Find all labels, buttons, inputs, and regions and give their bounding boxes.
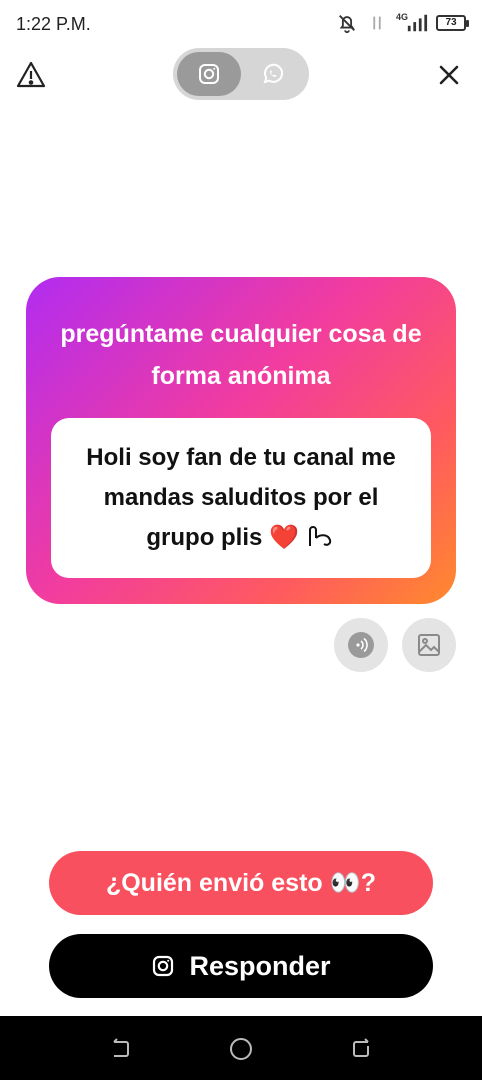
home-icon[interactable] [228, 1036, 254, 1062]
share-target-toggle [173, 48, 309, 100]
who-sent-label: ¿Quién envió esto 👀? [105, 868, 377, 897]
audio-button[interactable] [334, 618, 388, 672]
reply-button[interactable]: Responder [49, 934, 433, 998]
instagram-icon [153, 955, 174, 977]
report-warning-icon[interactable] [16, 60, 46, 90]
message-box: Holi soy fan de tu canal me mandas salud… [51, 418, 431, 578]
sound-icon [348, 632, 374, 658]
screen: 1:22 P.M. 4G 73 pregúntame cualquier cos… [0, 0, 482, 1080]
toggle-whatsapp[interactable] [241, 52, 305, 96]
whatsapp-icon [263, 63, 283, 84]
notifications-off-icon [339, 15, 355, 34]
system-nav-bar [0, 1016, 482, 1080]
status-time: 1:22 P.M. [16, 14, 91, 34]
toggle-instagram[interactable] [177, 52, 241, 96]
signal-icon [407, 14, 428, 32]
status-icons: 4G 73 [336, 12, 469, 34]
reply-label: Responder [189, 950, 331, 981]
status-bar: 1:22 P.M. 4G 73 [0, 0, 482, 48]
recents-icon[interactable] [348, 1036, 374, 1062]
close-icon[interactable] [432, 58, 466, 92]
card-title: pregúntame cualquier cosa de forma anóni… [60, 320, 422, 390]
back-icon[interactable] [108, 1036, 134, 1062]
battery-icon: 73 [436, 15, 469, 31]
heart-emoji: ❤️ [269, 524, 299, 551]
who-sent-button[interactable]: ¿Quién envió esto 👀? [49, 851, 433, 915]
message-text: Holi soy fan de tu canal me mandas salud… [86, 444, 396, 551]
save-image-button[interactable] [402, 618, 456, 672]
message-content: Holi soy fan de tu canal me mandas salud… [71, 438, 411, 558]
pleading-hand-icon [308, 526, 331, 546]
question-card: pregúntame cualquier cosa de forma anóni… [26, 277, 456, 604]
network-type: 4G [395, 12, 408, 22]
instagram-icon [199, 64, 219, 84]
data-transfer-icon [373, 16, 381, 30]
image-icon [418, 634, 440, 656]
